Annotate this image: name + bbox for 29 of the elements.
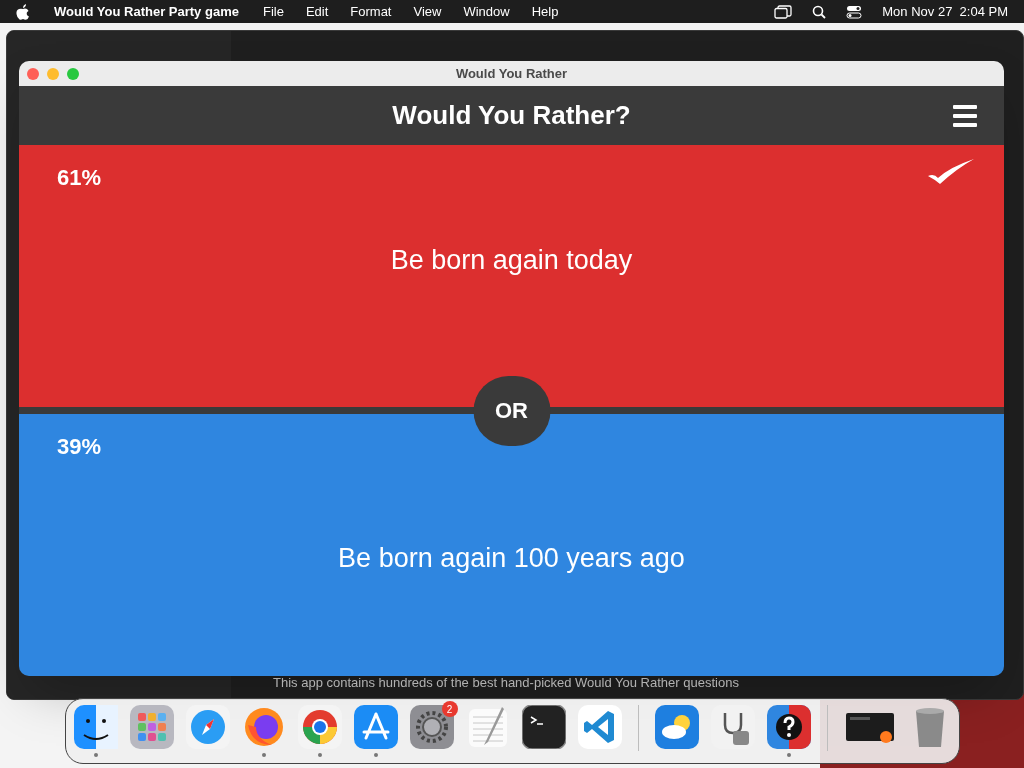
menu-item[interactable]: Format [350,1,392,22]
menu-item[interactable]: File [262,1,284,22]
apple-logo-icon[interactable] [16,3,30,20]
terminal-icon[interactable] [521,705,566,749]
toggles-icon[interactable] [846,4,863,19]
grid-icon[interactable] [129,705,174,749]
choice-text: Be born again 100 years ago [338,541,685,575]
menu-icon[interactable] [953,104,977,127]
header-title: Would You Rather? [392,99,631,132]
choice-text: Be born again today [390,243,633,277]
app-store-icon[interactable] [353,705,398,749]
vote-percentage: 61% [57,164,102,192]
search-icon[interactable] [812,4,827,19]
clock[interactable]: Mon Nov 27 2:04 PM [882,1,1008,22]
vote-percentage: 39% [57,433,102,461]
question-mark-icon[interactable] [766,705,811,749]
window-title: Would You Rather [455,64,568,83]
menu-item[interactable]: Help [531,1,559,22]
app-menu[interactable]: Would You Rather Party game [54,1,239,22]
close-button[interactable] [27,67,39,80]
cloud-sun-icon[interactable] [654,705,699,749]
menu-item[interactable]: View [413,1,442,22]
description-text: This app contains hundreds of the best hand-picked Would You Rather questions [273,674,739,692]
windows-icon[interactable] [774,4,793,19]
menu-item[interactable]: Edit [305,1,329,22]
menu-item[interactable]: Window [463,1,510,22]
code-editor-icon[interactable] [577,705,622,749]
smiling-face-icon[interactable] [73,705,118,749]
gear-icon[interactable] [409,705,454,749]
